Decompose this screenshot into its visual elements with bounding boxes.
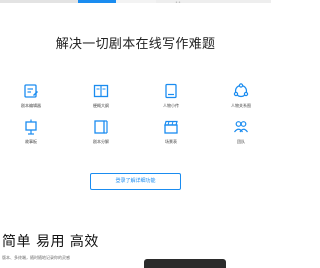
feature-label: 场景表 [165, 139, 177, 144]
nav-tab-inactive[interactable] [116, 0, 156, 3]
scene-table-icon [164, 120, 178, 134]
feature-grid: 剧本编辑器 梗概大纲 人物小传 人物关系图 故事板 剧本分解 场景表 团队 [0, 78, 271, 174]
page-title: 解决一切剧本在线写作难题 [55, 37, 216, 52]
storyboard-icon [25, 119, 37, 135]
character-relations-icon [233, 83, 249, 98]
feature-story-outline[interactable]: 梗概大纲 [78, 82, 124, 116]
feature-storyboard[interactable]: 故事板 [8, 118, 54, 152]
device-preview-image [144, 259, 226, 268]
feature-label: 人物关系图 [231, 103, 251, 108]
nav-tab-inactive[interactable] [0, 0, 78, 3]
character-bio-icon [165, 83, 177, 99]
team-icon [234, 121, 248, 133]
feature-team[interactable]: 团队 [218, 118, 264, 152]
feature-label: 剧本编辑器 [21, 103, 41, 108]
feature-script-breakdown[interactable]: 剧本分解 [78, 118, 124, 152]
feature-label: 故事板 [25, 139, 37, 144]
script-breakdown-icon [94, 120, 108, 134]
feature-scene-table[interactable]: 场景表 [148, 118, 194, 152]
feature-label: 人物小传 [163, 103, 179, 108]
feature-character-relations[interactable]: 人物关系图 [218, 82, 264, 116]
nav-tab-active-indicator[interactable] [78, 0, 116, 3]
feature-label: 剧本分解 [93, 139, 109, 144]
section-subtitle: 版本、多终端，随时随地记录你的灵感 [2, 255, 70, 260]
script-editor-icon [24, 84, 38, 98]
feature-label: 梗概大纲 [93, 103, 109, 108]
feature-label: 团队 [237, 139, 245, 144]
feature-script-editor[interactable]: 剧本编辑器 [8, 82, 54, 116]
top-nav-bar [0, 0, 271, 3]
feature-character-bio[interactable]: 人物小传 [148, 82, 194, 116]
section-tagline: 简单 易用 高效 [2, 234, 99, 250]
story-outline-icon [93, 84, 109, 98]
login-learn-more-button[interactable]: 登录了解详细功能 [90, 173, 181, 190]
dot-icon: •• [175, 0, 181, 6]
